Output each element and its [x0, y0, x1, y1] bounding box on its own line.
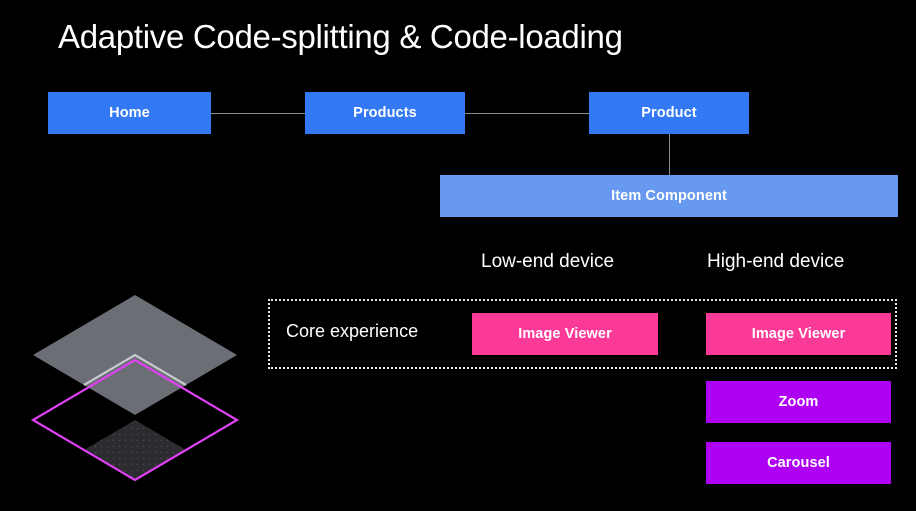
page-title: Adaptive Code-splitting & Code-loading — [58, 18, 623, 55]
connector-products-product — [465, 113, 589, 114]
core-experience-label: Core experience — [286, 321, 419, 341]
layered-diamonds-icon — [30, 295, 240, 482]
route-node-home[interactable]: Home — [48, 92, 211, 134]
column-header-high-end-device: High-end device — [707, 251, 845, 272]
route-node-item-component[interactable]: Item Component — [440, 175, 898, 217]
chip-image-viewer-low-end[interactable]: Image Viewer — [472, 313, 658, 355]
chip-image-viewer-high-end[interactable]: Image Viewer — [706, 313, 891, 355]
connector-home-products — [211, 113, 305, 114]
route-node-product[interactable]: Product — [589, 92, 749, 134]
slide-canvas: Adaptive Code-splitting & Code-loading H… — [0, 0, 916, 511]
route-node-products[interactable]: Products — [305, 92, 465, 134]
chip-zoom[interactable]: Zoom — [706, 381, 891, 423]
column-header-low-end-device: Low-end device — [481, 251, 615, 272]
chip-carousel[interactable]: Carousel — [706, 442, 891, 484]
connector-product-item-component — [669, 134, 670, 175]
